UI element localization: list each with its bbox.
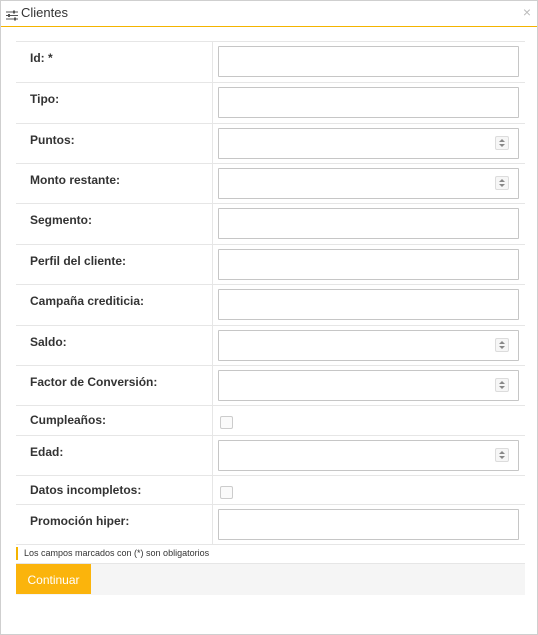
form-row-edad: Edad: [16, 436, 525, 476]
clientes-dialog: Clientes × Id: * Tipo: Puntos: Monto restan… [0, 0, 538, 635]
edad-input[interactable] [218, 440, 519, 471]
spinner-arrows-icon[interactable] [495, 378, 509, 392]
spinner-arrows-icon[interactable] [495, 176, 509, 190]
spinner-arrows-icon[interactable] [495, 338, 509, 352]
spinner-arrows-icon[interactable] [495, 448, 509, 462]
perfil-del-cliente-input[interactable] [218, 249, 519, 280]
field-input-cell [213, 164, 525, 203]
form-footer [16, 563, 525, 595]
form-row-puntos: Puntos: [16, 124, 525, 164]
field-label: Edad: [16, 436, 213, 475]
dialog-title: Clientes [21, 5, 68, 20]
factor-de-conversión-number-field [218, 370, 519, 401]
monto-restante-number-field [218, 168, 519, 199]
form-row-monto-restante: Monto restante: [16, 164, 525, 204]
field-input-cell [213, 204, 525, 244]
sliders-icon [6, 8, 18, 21]
field-label: Datos incompletos: [16, 476, 213, 504]
form-row-promoción-hiper: Promoción hiper: [16, 505, 525, 545]
monto-restante-input[interactable] [218, 168, 519, 199]
field-input-cell [213, 505, 525, 544]
field-input-cell [213, 406, 525, 435]
puntos-input[interactable] [218, 128, 519, 159]
form-row-campaña-crediticia: Campaña crediticia: [16, 285, 525, 326]
spinner-arrows-icon[interactable] [495, 136, 509, 150]
client-form: Id: * Tipo: Puntos: Monto restante: Segmento… [16, 41, 525, 545]
field-label: Saldo: [16, 326, 213, 365]
form-row-tipo: Tipo: [16, 83, 525, 124]
dialog-titlebar: Clientes × [1, 1, 537, 27]
field-label: Id: * [16, 42, 213, 82]
field-input-cell [213, 326, 525, 365]
field-label: Promoción hiper: [16, 505, 213, 544]
field-label: Factor de Conversión: [16, 366, 213, 405]
id-input[interactable] [218, 46, 519, 77]
field-label: Monto restante: [16, 164, 213, 203]
field-input-cell [213, 245, 525, 284]
campaña-crediticia-input[interactable] [218, 289, 519, 320]
segmento-input[interactable] [218, 208, 519, 239]
continue-button[interactable]: Continuar [16, 564, 91, 594]
required-fields-note: Los campos marcados con (*) son obligato… [16, 547, 209, 560]
field-label: Tipo: [16, 83, 213, 123]
edad-number-field [218, 440, 519, 471]
puntos-number-field [218, 128, 519, 159]
field-input-cell [213, 42, 525, 82]
saldo-input[interactable] [218, 330, 519, 361]
field-label: Segmento: [16, 204, 213, 244]
form-row-factor-de-conversión: Factor de Conversión: [16, 366, 525, 406]
field-input-cell [213, 285, 525, 325]
tipo-input[interactable] [218, 87, 519, 118]
form-row-id: Id: * [16, 42, 525, 83]
form-row-perfil-del-cliente: Perfil del cliente: [16, 245, 525, 285]
field-label: Cumpleaños: [16, 406, 213, 435]
cumpleaños-checkbox[interactable] [220, 416, 233, 429]
close-icon[interactable]: × [523, 4, 531, 20]
field-input-cell [213, 124, 525, 163]
field-input-cell [213, 366, 525, 405]
saldo-number-field [218, 330, 519, 361]
field-label: Puntos: [16, 124, 213, 163]
form-row-segmento: Segmento: [16, 204, 525, 245]
field-input-cell [213, 476, 525, 504]
form-row-datos-incompletos: Datos incompletos: [16, 476, 525, 505]
form-row-cumpleaños: Cumpleaños: [16, 406, 525, 436]
field-label: Campaña crediticia: [16, 285, 213, 325]
field-label: Perfil del cliente: [16, 245, 213, 284]
form-row-saldo: Saldo: [16, 326, 525, 366]
field-input-cell [213, 83, 525, 123]
promoción-hiper-input[interactable] [218, 509, 519, 540]
factor-de-conversión-input[interactable] [218, 370, 519, 401]
field-input-cell [213, 436, 525, 475]
datos-incompletos-checkbox[interactable] [220, 486, 233, 499]
